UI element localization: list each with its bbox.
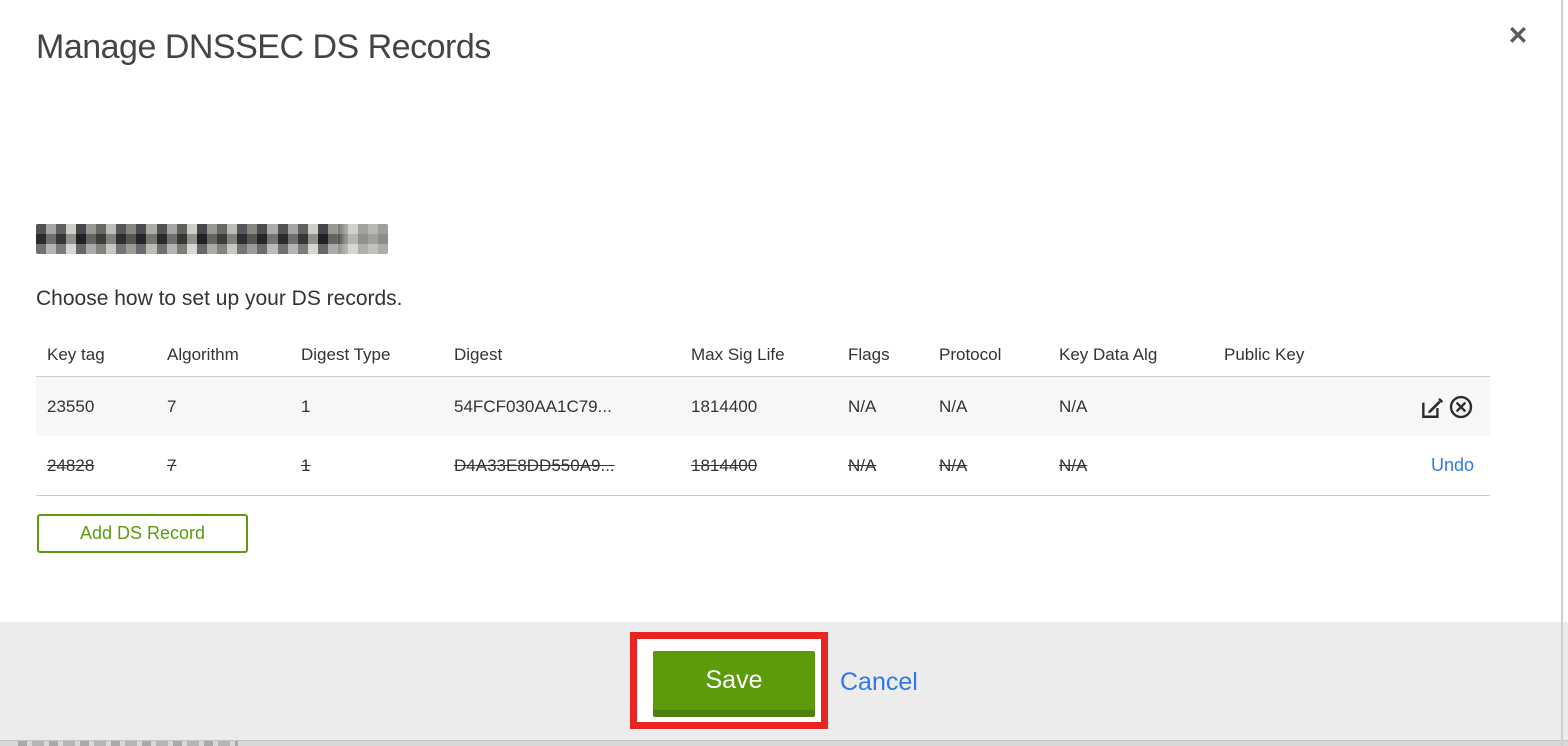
cell-flags: N/A — [848, 396, 877, 416]
cell-key-data-alg: N/A — [1059, 396, 1088, 416]
cell-max-sig-life: 1814400 — [691, 396, 758, 416]
cell-protocol: N/A — [939, 455, 968, 475]
col-header-algorithm: Algorithm — [167, 344, 239, 364]
cell-digest: 54FCF030AA1C79... — [454, 396, 612, 416]
col-header-key-tag: Key tag — [47, 344, 105, 364]
redacted-domain-name — [36, 224, 388, 254]
col-header-public-key: Public Key — [1224, 344, 1305, 364]
cell-algorithm: 7 — [167, 396, 177, 416]
col-header-key-data-alg: Key Data Alg — [1059, 344, 1158, 364]
col-header-flags: Flags — [848, 344, 890, 364]
subtitle: Choose how to set up your DS records. — [36, 287, 403, 310]
undo-link[interactable]: Undo — [1431, 455, 1474, 476]
background-page-content-sliver — [18, 741, 238, 746]
edit-icon[interactable] — [1418, 393, 1445, 420]
cell-digest-type: 1 — [301, 455, 311, 475]
cell-flags: N/A — [848, 455, 877, 475]
cell-digest: D4A33E8DD550A9... — [454, 455, 615, 475]
cell-key-data-alg: N/A — [1059, 455, 1088, 475]
table-row: 23550 7 1 54FCF030AA1C79... 1814400 N/A … — [36, 376, 1490, 436]
col-header-max-sig-life: Max Sig Life — [691, 344, 785, 364]
row-actions: Undo — [1400, 455, 1490, 476]
cell-protocol: N/A — [939, 396, 968, 416]
dialog-right-border — [1561, 0, 1563, 746]
col-header-protocol: Protocol — [939, 344, 1002, 364]
add-ds-record-button[interactable]: Add DS Record — [37, 514, 248, 553]
cell-key-tag: 23550 — [47, 396, 95, 416]
cell-key-tag: 24828 — [47, 455, 95, 475]
col-header-digest-type: Digest Type — [301, 344, 391, 364]
save-button[interactable]: Save — [653, 651, 815, 717]
delete-icon[interactable] — [1447, 393, 1474, 420]
cancel-link[interactable]: Cancel — [840, 668, 918, 697]
cell-digest-type: 1 — [301, 396, 311, 416]
col-header-digest: Digest — [454, 344, 503, 364]
dnssec-ds-records-dialog: Manage DNSSEC DS Records ✕ Choose how to… — [0, 0, 1568, 746]
page-title: Manage DNSSEC DS Records — [36, 28, 491, 66]
row-actions — [1400, 393, 1490, 420]
close-icon[interactable]: ✕ — [1502, 20, 1534, 52]
table-row-deleted: 24828 7 1 D4A33E8DD550A9... 1814400 N/A … — [36, 436, 1490, 496]
ds-records-table: Key tag Algorithm Digest Type Digest Max… — [36, 333, 1490, 496]
cell-algorithm: 7 — [167, 455, 177, 475]
table-header-row: Key tag Algorithm Digest Type Digest Max… — [36, 333, 1490, 376]
cell-max-sig-life: 1814400 — [691, 455, 758, 475]
